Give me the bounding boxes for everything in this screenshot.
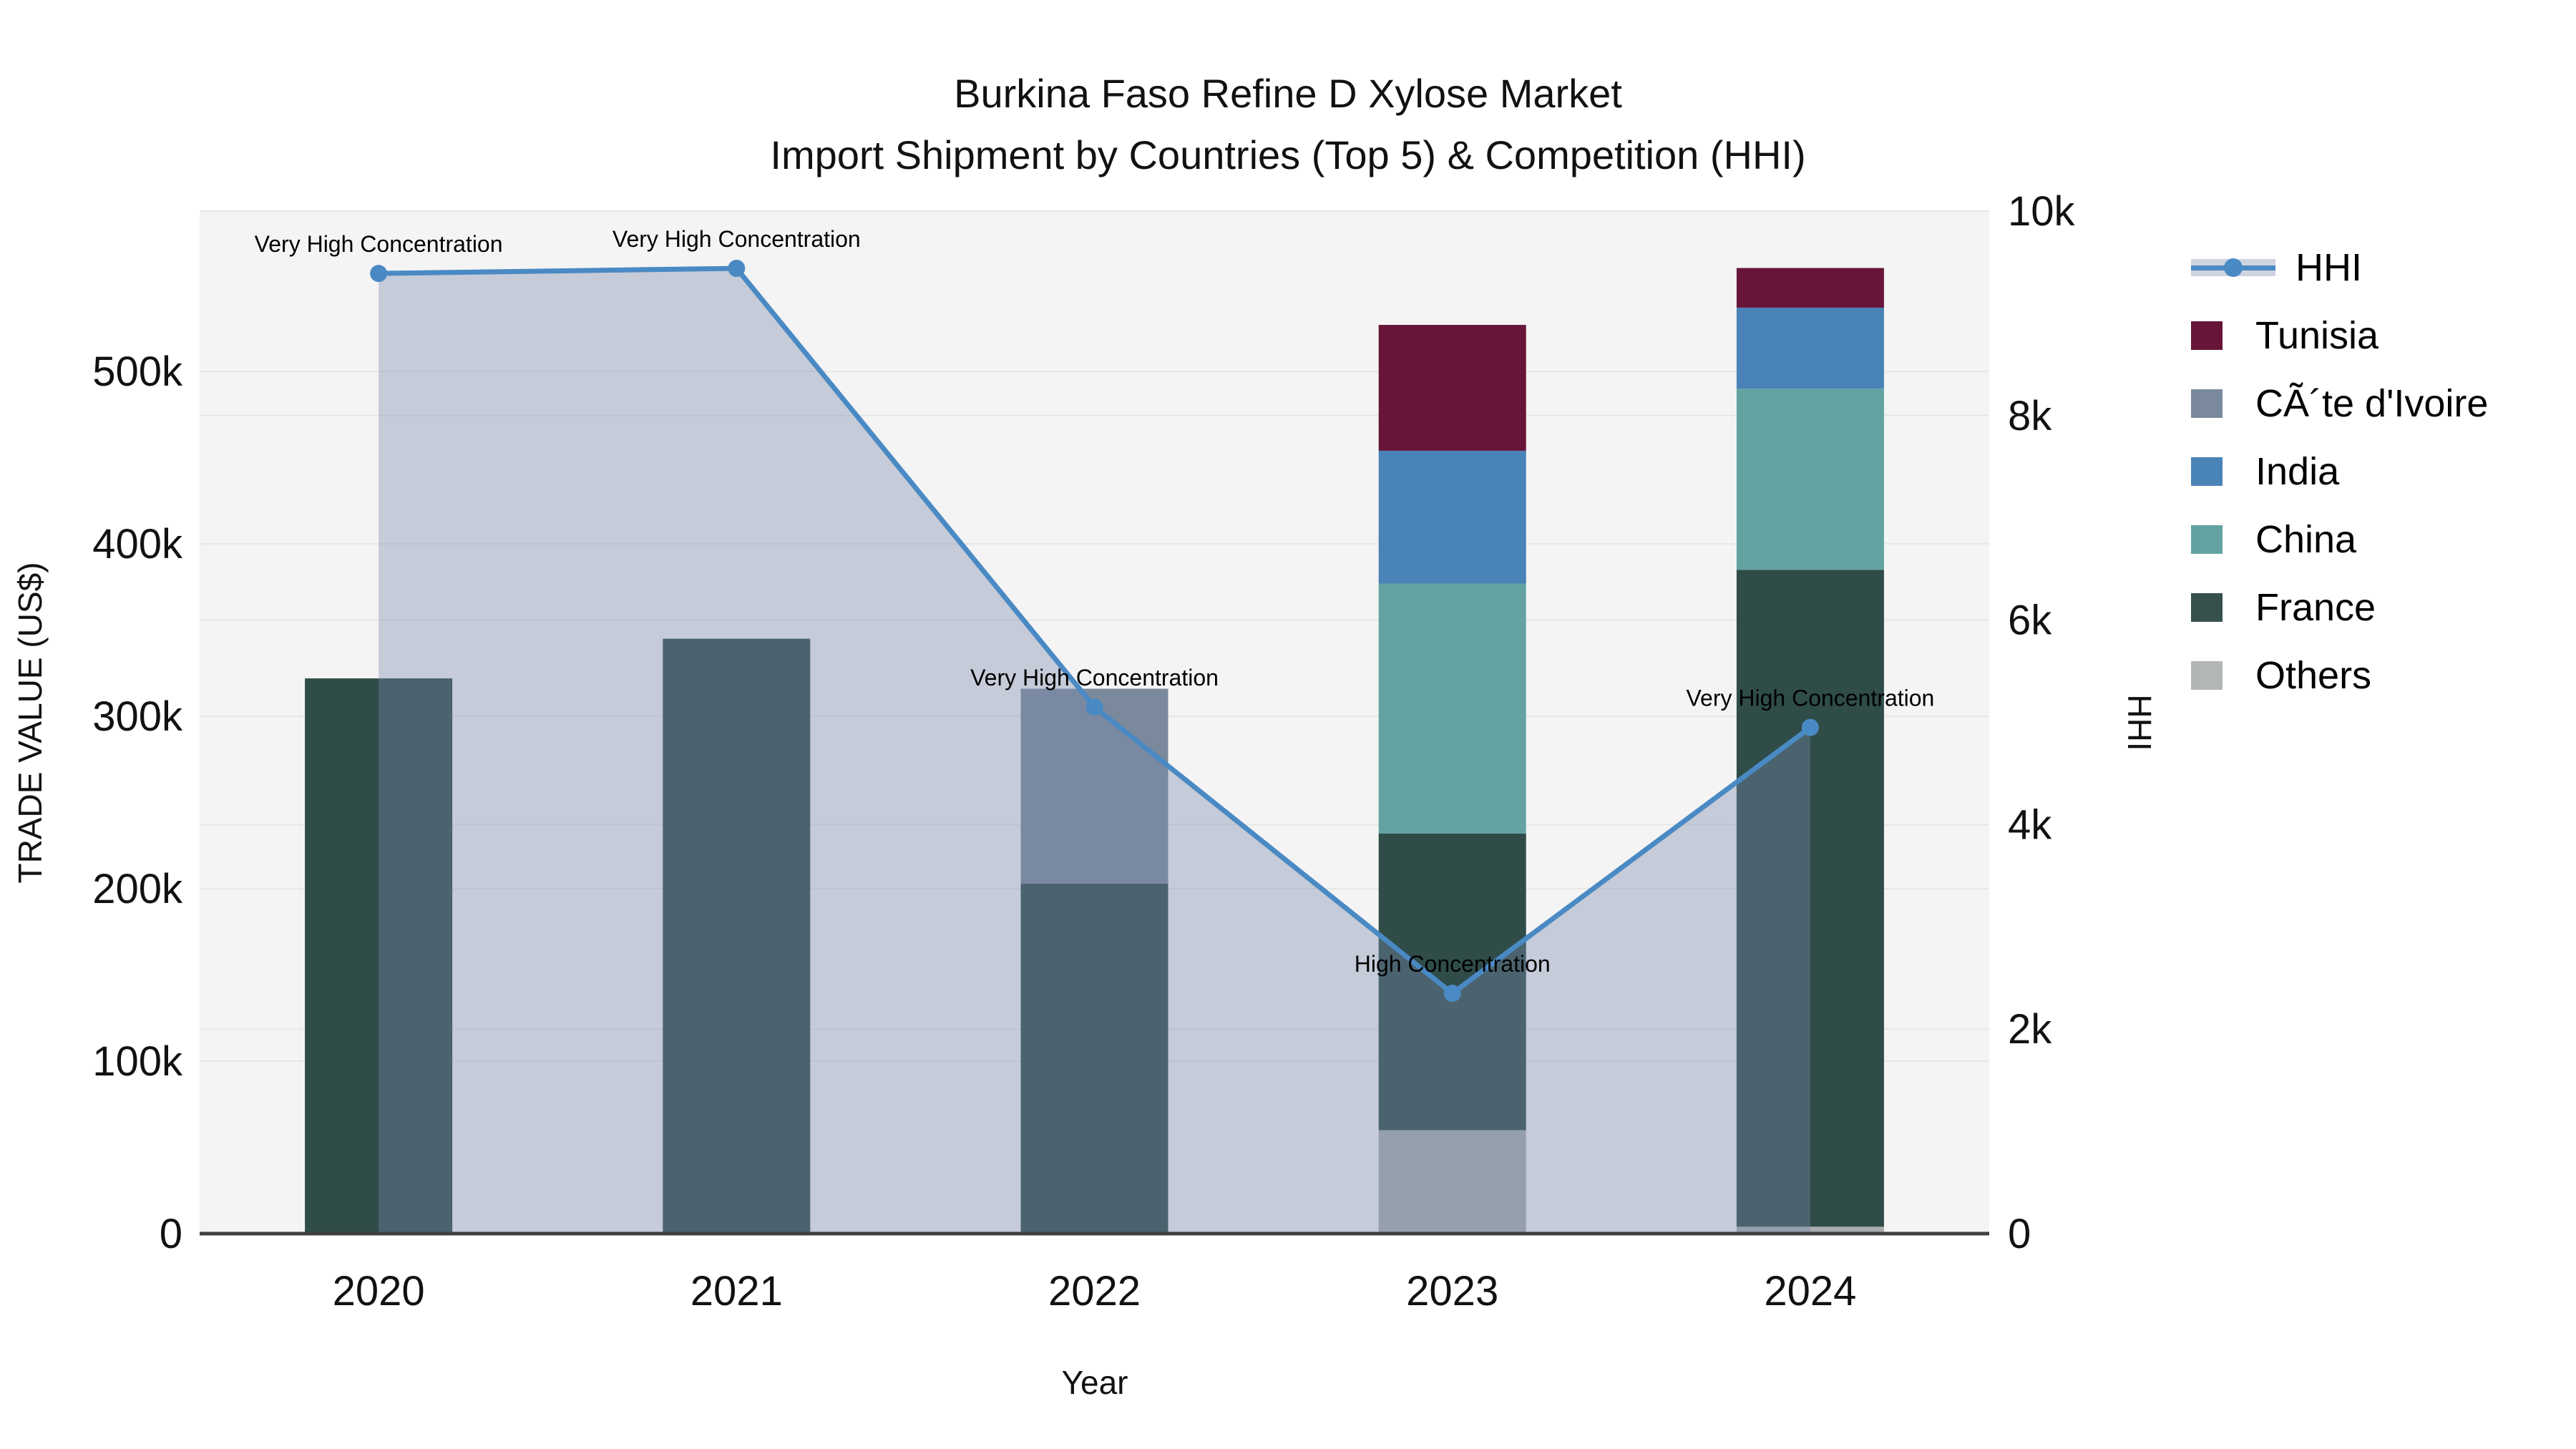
hhi-marker-2021[interactable]	[728, 260, 746, 278]
annotation-2021: Very High Concentration	[613, 226, 861, 252]
legend-label: CÃ´te d'Ivoire	[2255, 381, 2489, 425]
y-left-tick-0: 0	[160, 1211, 182, 1257]
legend-item-ctedivoire[interactable]: CÃ´te d'Ivoire	[2191, 369, 2488, 437]
legend-swatch-others	[2191, 660, 2223, 690]
combo-chart: Very High Concentration Very High Concent…	[92, 188, 2076, 1314]
y-right-tick-0: 0	[2008, 1211, 2031, 1257]
bar-segment-2023-india[interactable]	[1378, 450, 1526, 584]
legend-item-china[interactable]: China	[2191, 505, 2488, 573]
hhi-marker-2022[interactable]	[1085, 698, 1103, 716]
legend-label: HHI	[2296, 245, 2362, 289]
hhi-marker-2020[interactable]	[370, 265, 388, 283]
y-left-tick-400k: 400k	[92, 521, 183, 567]
bar-segment-2023-china[interactable]	[1378, 583, 1526, 834]
annotation-2024: Very High Concentration	[1686, 686, 1934, 711]
legend-label: Others	[2255, 653, 2372, 697]
bar-segment-2023-tunisia[interactable]	[1378, 325, 1526, 451]
annotation-2023: High Concentration	[1355, 951, 1551, 977]
hhi-marker-2023[interactable]	[1443, 985, 1461, 1002]
legend-swatch-china	[2191, 525, 2223, 554]
x-tick-2023: 2023	[1406, 1268, 1498, 1314]
legend-swatch-india	[2191, 457, 2223, 486]
legend-swatch-ctedivoire	[2191, 389, 2223, 418]
legend-swatch-tunisia	[2191, 321, 2223, 350]
bar-segment-2024-tunisia[interactable]	[1736, 268, 1884, 308]
legend-swatch-france	[2191, 592, 2223, 622]
bar-segment-2024-india[interactable]	[1736, 307, 1884, 389]
legend-label: France	[2255, 585, 2376, 629]
legend-item-hhi[interactable]: HHI	[2191, 233, 2488, 301]
legend-label: India	[2255, 449, 2340, 493]
chart-title-line1: Burkina Faso Refine D Xylose Market	[954, 71, 1622, 116]
x-tick-2020: 2020	[333, 1268, 425, 1314]
chart-title-line2: Import Shipment by Countries (Top 5) & C…	[770, 132, 1806, 177]
bar-segment-2024-china[interactable]	[1736, 389, 1884, 570]
legend-item-india[interactable]: India	[2191, 437, 2488, 505]
legend-item-others[interactable]: Others	[2191, 641, 2488, 709]
y-right-axis-title: HHI	[2121, 694, 2158, 751]
y-right-tick-4k: 4k	[2008, 801, 2052, 848]
legend-item-france[interactable]: France	[2191, 573, 2488, 641]
chart-title: Burkina Faso Refine D Xylose Market Impo…	[0, 63, 2576, 185]
x-tick-2024: 2024	[1764, 1268, 1856, 1314]
y-right-tick-10k: 10k	[2008, 188, 2076, 235]
legend-label: Tunisia	[2255, 313, 2379, 357]
x-axis-title: Year	[1061, 1364, 1128, 1401]
legend-item-tunisia[interactable]: Tunisia	[2191, 301, 2488, 369]
legend-label: China	[2255, 517, 2357, 561]
y-left-axis-title: TRADE VALUE (US$)	[11, 562, 49, 884]
x-tick-2021: 2021	[691, 1268, 783, 1314]
y-left-tick-500k: 500k	[92, 348, 183, 395]
hhi-marker-2024[interactable]	[1801, 718, 1819, 736]
x-tick-2022: 2022	[1048, 1268, 1141, 1314]
y-left-tick-100k: 100k	[92, 1038, 183, 1085]
y-right-tick-2k: 2k	[2008, 1006, 2052, 1053]
hhi-line-swatch	[2191, 258, 2275, 277]
chart-canvas: Very High Concentration Very High Concent…	[0, 0, 2576, 1449]
annotation-2020: Very High Concentration	[255, 231, 503, 257]
y-right-tick-6k: 6k	[2008, 597, 2052, 644]
y-left-tick-300k: 300k	[92, 693, 183, 740]
y-right-tick-8k: 8k	[2008, 393, 2052, 439]
legend: HHI Tunisia CÃ´te d'Ivoire India China France…	[2191, 233, 2488, 709]
annotation-2022: Very High Concentration	[970, 665, 1219, 691]
y-left-tick-200k: 200k	[92, 866, 183, 912]
hhi-swatch-marker	[2224, 258, 2243, 277]
